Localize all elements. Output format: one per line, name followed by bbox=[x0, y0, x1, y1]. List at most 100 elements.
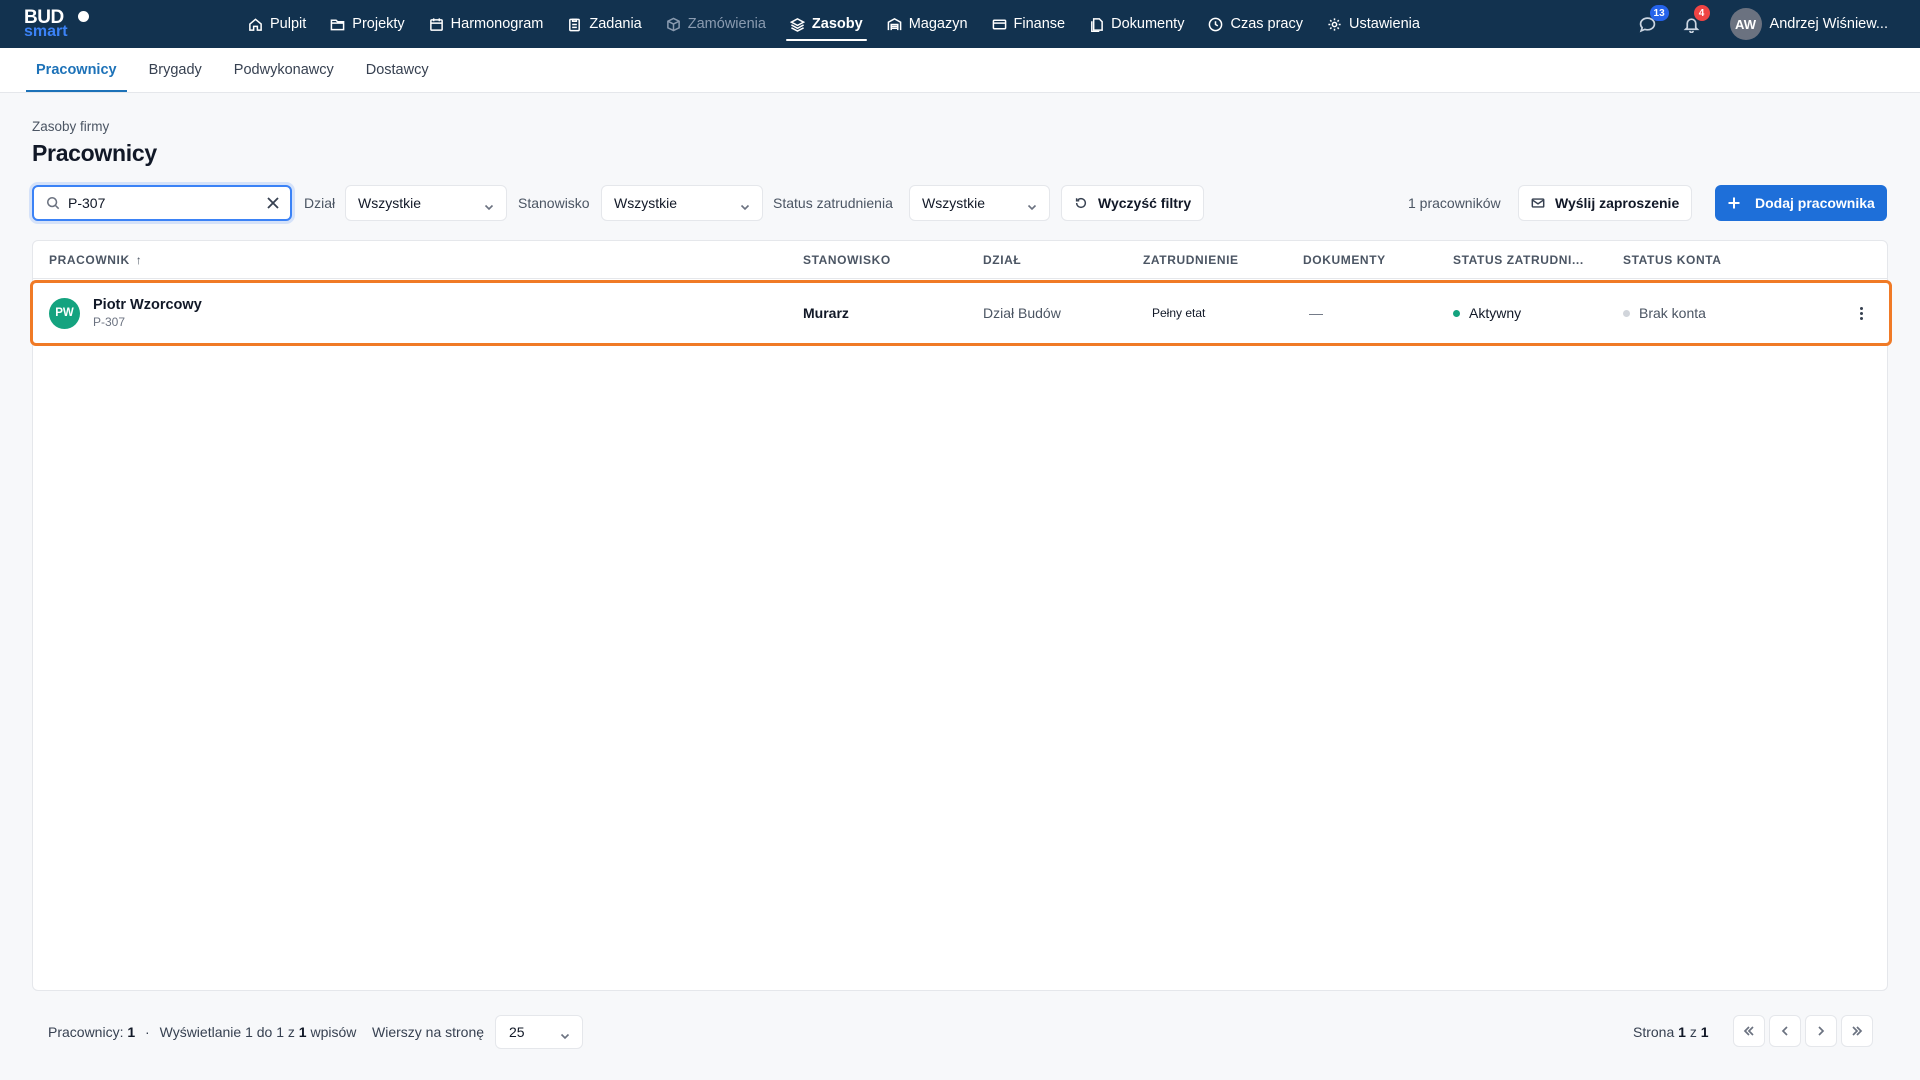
table-header: PRACOWNIK ↑ STANOWISKO DZIAŁ ZATRUDNIENIE… bbox=[33, 241, 1887, 279]
clear-filters-button[interactable]: Wyczyść filtry bbox=[1061, 185, 1205, 221]
position-filter-select[interactable]: Wszystkie bbox=[601, 185, 763, 221]
card-icon bbox=[992, 19, 1006, 29]
sort-ascending-icon: ↑ bbox=[135, 253, 143, 267]
nav-item-label: Magazyn bbox=[908, 16, 968, 32]
status-inactive-dot bbox=[1623, 309, 1630, 317]
column-header-department[interactable]: DZIAŁ bbox=[983, 241, 1103, 279]
rows-per-page-label: Wierszy na stronę bbox=[372, 1024, 485, 1040]
row-menu-button[interactable] bbox=[1851, 303, 1871, 323]
column-header-account-status[interactable]: STATUS KONTA bbox=[1623, 241, 1773, 279]
showing-prefix: Wyświetlanie 1 do 1 z bbox=[159, 1024, 295, 1040]
chevron-left-icon bbox=[1781, 1026, 1788, 1036]
main-nav: Pulpit Projekty Harmonogram Zadania Zamó… bbox=[236, 0, 1432, 48]
nav-item-label: Zadania bbox=[589, 16, 642, 32]
nav-item-zadania[interactable]: Zadania bbox=[555, 0, 653, 48]
department-filter-value: Wszystkie bbox=[358, 195, 421, 211]
search-input[interactable] bbox=[68, 195, 258, 211]
nav-item-magazyn[interactable]: Magazyn bbox=[875, 0, 980, 48]
messages-button[interactable]: 13 bbox=[1626, 0, 1670, 48]
send-invite-button[interactable]: Wyślij zaproszenie bbox=[1518, 185, 1693, 221]
nav-item-harmonogram[interactable]: Harmonogram bbox=[417, 0, 556, 48]
nav-item-projekty[interactable]: Projekty bbox=[318, 0, 416, 48]
nav-item-ustawienia[interactable]: Ustawienia bbox=[1315, 0, 1432, 48]
plus-icon bbox=[1728, 197, 1740, 209]
account-status-value: Brak konta bbox=[1639, 305, 1706, 321]
employees-table: PRACOWNIK ↑ STANOWISKO DZIAŁ ZATRUDNIENIE… bbox=[30, 240, 1892, 991]
nav-item-dokumenty[interactable]: Dokumenty bbox=[1077, 0, 1196, 48]
column-header-position[interactable]: STANOWISKO bbox=[803, 241, 953, 279]
account-status-cell: Brak konta bbox=[1623, 283, 1706, 343]
nav-item-czas-pracy[interactable]: Czas pracy bbox=[1196, 0, 1315, 48]
nav-item-label: Harmonogram bbox=[450, 16, 544, 32]
rows-per-page-value: 25 bbox=[509, 1024, 525, 1040]
documents-icon bbox=[1091, 17, 1103, 32]
employee-name[interactable]: Piotr Wzorcowy bbox=[93, 297, 202, 314]
column-header-employee[interactable]: PRACOWNIK ↑ bbox=[49, 241, 249, 279]
search-icon bbox=[46, 196, 60, 210]
breadcrumb: Zasoby firmy bbox=[32, 119, 110, 134]
chevrons-right-icon bbox=[1852, 1026, 1863, 1036]
employment-type-tag: Pełny etat bbox=[1143, 303, 1215, 323]
reset-icon bbox=[1075, 197, 1087, 209]
clear-search-button[interactable] bbox=[266, 196, 280, 210]
layers-icon bbox=[789, 17, 805, 32]
app-logo[interactable]: BUD smart bbox=[24, 8, 89, 40]
tab-podwykonawcy[interactable]: Podwykonawcy bbox=[224, 47, 344, 92]
employee-id: P-307 bbox=[93, 314, 126, 329]
employment-status-filter-select[interactable]: Wszystkie bbox=[909, 185, 1050, 221]
page-of: z bbox=[1689, 1024, 1697, 1040]
nav-item-zasoby[interactable]: Zasoby bbox=[778, 0, 875, 48]
page-total: 1 bbox=[1700, 1024, 1709, 1040]
tab-brygady[interactable]: Brygady bbox=[139, 47, 212, 92]
notifications-button[interactable]: 4 bbox=[1670, 0, 1714, 48]
column-header-employment[interactable]: ZATRUDNIENIE bbox=[1143, 241, 1283, 279]
employment-status-filter-value: Wszystkie bbox=[922, 195, 985, 211]
gear-icon bbox=[1328, 17, 1341, 31]
page-indicator: Strona 1 z 1 bbox=[1633, 1015, 1709, 1049]
column-header-documents[interactable]: DOKUMENTY bbox=[1303, 241, 1433, 279]
previous-page-button[interactable] bbox=[1769, 1015, 1801, 1047]
column-header-employment-status[interactable]: STATUS ZATRUDNI... bbox=[1453, 241, 1603, 279]
nav-item-finanse[interactable]: Finanse bbox=[980, 0, 1078, 48]
page-current: 1 bbox=[1678, 1024, 1686, 1040]
department-filter-label: Dział bbox=[304, 195, 336, 211]
top-navigation-bar: BUD smart Pulpit Projekty Harmonogram Za… bbox=[0, 0, 1920, 48]
next-page-button[interactable] bbox=[1805, 1015, 1837, 1047]
position-cell: Murarz bbox=[803, 305, 849, 321]
calendar-icon bbox=[429, 17, 443, 31]
tab-pracownicy[interactable]: Pracownicy bbox=[26, 47, 127, 92]
clear-filters-label: Wyczyść filtry bbox=[1098, 195, 1192, 211]
nav-item-label: Ustawienia bbox=[1349, 16, 1420, 32]
logo-mark bbox=[78, 11, 89, 22]
nav-item-pulpit[interactable]: Pulpit bbox=[236, 0, 318, 48]
folder-icon bbox=[330, 19, 345, 30]
column-header-label: PRACOWNIK bbox=[49, 253, 130, 267]
resources-subnav: Pracownicy Brygady Podwykonawcy Dostawcy bbox=[0, 48, 1920, 93]
documents-cell: — bbox=[1309, 305, 1323, 321]
add-employee-button[interactable]: Dodaj pracownika bbox=[1715, 185, 1887, 221]
tab-dostawcy[interactable]: Dostawcy bbox=[356, 47, 439, 92]
table-row[interactable]: PW Piotr Wzorcowy P-307 Murarz Dział Bud… bbox=[30, 280, 1892, 346]
employment-status-value: Aktywny bbox=[1469, 305, 1522, 321]
rows-per-page-select[interactable]: 25 bbox=[495, 1015, 583, 1049]
employee-count: 1 pracowników bbox=[1408, 195, 1501, 211]
row-actions-cell bbox=[1851, 283, 1871, 343]
page-title: Pracownicy bbox=[32, 140, 157, 166]
showing-total: 1 bbox=[298, 1024, 307, 1040]
last-page-button[interactable] bbox=[1841, 1015, 1873, 1047]
user-menu[interactable]: AW Andrzej Wiśniew... bbox=[1729, 8, 1888, 40]
close-icon bbox=[267, 197, 279, 209]
status-active-dot bbox=[1453, 309, 1460, 317]
messages-count-badge: 13 bbox=[1649, 5, 1669, 21]
first-page-button[interactable] bbox=[1733, 1015, 1765, 1047]
nav-item-zamowienia[interactable]: Zamówienia bbox=[654, 0, 778, 48]
home-icon bbox=[249, 17, 262, 31]
department-cell: Dział Budów bbox=[983, 305, 1061, 321]
employment-status-cell: Aktywny bbox=[1453, 283, 1521, 343]
nav-item-label: Finanse bbox=[1013, 16, 1066, 32]
notifications-count-badge: 4 bbox=[1693, 5, 1710, 21]
mail-icon bbox=[1531, 198, 1545, 208]
search-box bbox=[32, 185, 292, 221]
warehouse-icon bbox=[887, 17, 902, 30]
department-filter-select[interactable]: Wszystkie bbox=[345, 185, 507, 221]
